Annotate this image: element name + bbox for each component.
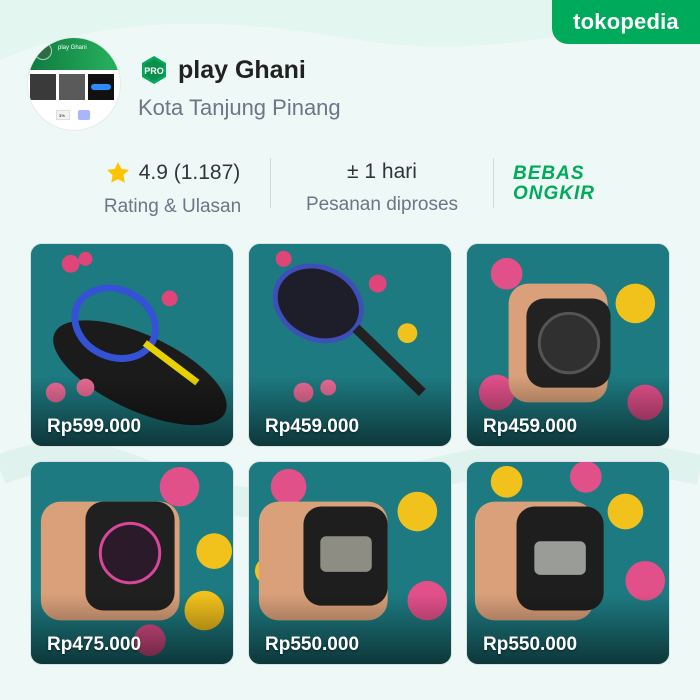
avatar-thumb: [30, 74, 56, 100]
pro-badge-icon: PRO: [142, 56, 166, 84]
product-price: Rp550.000: [265, 634, 360, 655]
shop-name[interactable]: play Ghani: [178, 56, 306, 85]
processing-stat: ± 1 hari Pesanan diproses: [292, 160, 472, 216]
avatar-logo: [34, 42, 52, 60]
divider: [493, 158, 494, 208]
avatar-footer: 3%: [56, 110, 70, 120]
product-card[interactable]: Rp475.000: [30, 461, 234, 665]
product-price: Rp459.000: [483, 416, 578, 437]
product-card[interactable]: Rp550.000: [466, 461, 670, 665]
avatar-footer-icon: [78, 110, 90, 120]
tokopedia-logo: tokopedia: [552, 0, 700, 44]
product-card[interactable]: Rp550.000: [248, 461, 452, 665]
product-price: Rp550.000: [483, 634, 578, 655]
svg-text:PRO: PRO: [144, 66, 164, 76]
star-icon: [106, 161, 129, 183]
product-price: Rp599.000: [47, 416, 142, 437]
avatar-thumb: [88, 74, 114, 100]
shop-city: Kota Tanjung Pinang: [138, 95, 341, 120]
product-card[interactable]: Rp459.000: [466, 243, 670, 447]
shop-stats: 4.9 (1.187) Rating & Ulasan ± 1 hari Pes…: [0, 150, 700, 220]
rating-label: Rating & Ulasan: [103, 196, 242, 217]
shop-avatar[interactable]: play Ghani 3%: [28, 38, 120, 130]
rating-stat[interactable]: 4.9 (1.187) Rating & Ulasan: [90, 160, 255, 218]
rating-value: 4.9 (1.187): [138, 161, 241, 184]
product-card[interactable]: Rp459.000: [248, 243, 452, 447]
avatar-thumb: [59, 74, 85, 100]
bebas-ongkir-logo: BEBAS ONGKIR: [513, 163, 595, 204]
divider: [270, 158, 271, 208]
product-price: Rp459.000: [265, 416, 360, 437]
processing-label: Pesanan diproses: [305, 194, 459, 215]
avatar-title: play Ghani: [58, 45, 87, 51]
avatar-banner: play Ghani: [28, 38, 120, 70]
product-price: Rp475.000: [47, 634, 142, 655]
processing-value: ± 1 hari: [347, 160, 417, 183]
product-card[interactable]: Rp599.000: [30, 243, 234, 447]
